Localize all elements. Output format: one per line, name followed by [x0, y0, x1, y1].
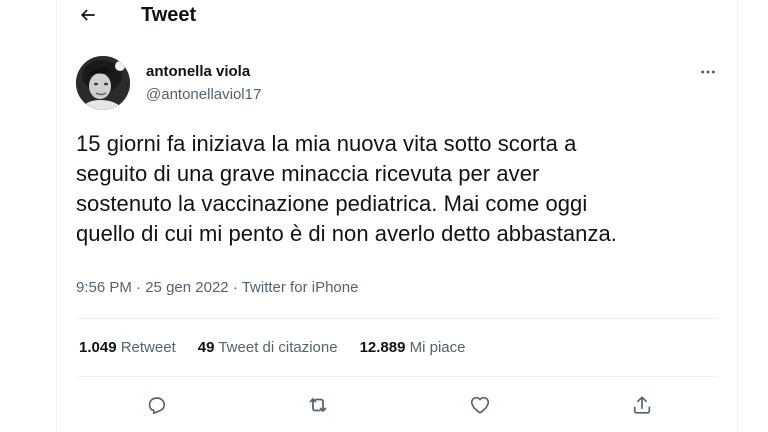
like-icon [470, 396, 490, 414]
page-title: Tweet [141, 4, 197, 26]
tweet-date[interactable]: 25 gen 2022 [145, 279, 228, 296]
arrow-left-icon [80, 9, 95, 21]
tweet-actions [57, 390, 737, 420]
like-button[interactable] [467, 392, 493, 418]
back-button[interactable] [77, 4, 99, 26]
share-icon [633, 396, 651, 414]
likes-stat[interactable]: 12.889 Mi piace [360, 338, 466, 358]
retweets-count: 1.049 [79, 339, 117, 356]
share-button[interactable] [629, 392, 655, 418]
author-display-name[interactable]: antonella viola [146, 63, 261, 81]
tweet-text-line: sostenuto la vaccinazione pediatrica. Ma… [76, 191, 588, 216]
profile-photo [76, 56, 130, 110]
tweet-stats: 1.049 Retweet 49 Tweet di citazione 12.8… [79, 338, 488, 358]
retweets-stat[interactable]: 1.049 Retweet [79, 338, 176, 358]
quotes-stat[interactable]: 49 Tweet di citazione [198, 338, 338, 358]
tweet-time[interactable]: 9:56 PM [76, 279, 132, 296]
divider [76, 376, 718, 377]
quotes-count: 49 [197, 339, 215, 356]
divider [76, 318, 718, 319]
tweet-detail-column: Tweet antonella viola @antonellaviol17 1… [56, 0, 738, 432]
author-handle[interactable]: @antonellaviol17 [146, 85, 261, 105]
tweet-text: 15 giorni fa iniziava la mia nuova vita … [76, 129, 726, 249]
meta-separator: · [232, 279, 238, 296]
page-header: Tweet [57, 0, 737, 30]
reply-button[interactable] [143, 392, 169, 418]
more-options-button[interactable] [697, 62, 719, 82]
likes-count: 12.889 [359, 339, 406, 356]
more-icon [701, 70, 715, 74]
tweet-text-line: 15 giorni fa iniziava la mia nuova vita … [76, 131, 577, 156]
avatar[interactable] [76, 56, 130, 110]
tweet-text-line: quello di cui mi pento è di non averlo d… [76, 221, 617, 246]
retweet-icon [309, 398, 327, 412]
reply-icon [148, 397, 166, 415]
quotes-label: Tweet di citazione [218, 339, 338, 356]
retweets-label: Retweet [120, 339, 176, 356]
meta-separator: · [136, 279, 142, 296]
tweet-source[interactable]: Twitter for iPhone [242, 279, 359, 296]
tweet-text-line: seguito di una grave minaccia ricevuta p… [76, 161, 540, 186]
likes-label: Mi piace [409, 339, 466, 356]
author-block: antonella viola @antonellaviol17 [146, 63, 261, 105]
retweet-button[interactable] [305, 392, 331, 418]
tweet-meta: 9:56 PM · 25 gen 2022 · Twitter for iPho… [76, 278, 358, 298]
